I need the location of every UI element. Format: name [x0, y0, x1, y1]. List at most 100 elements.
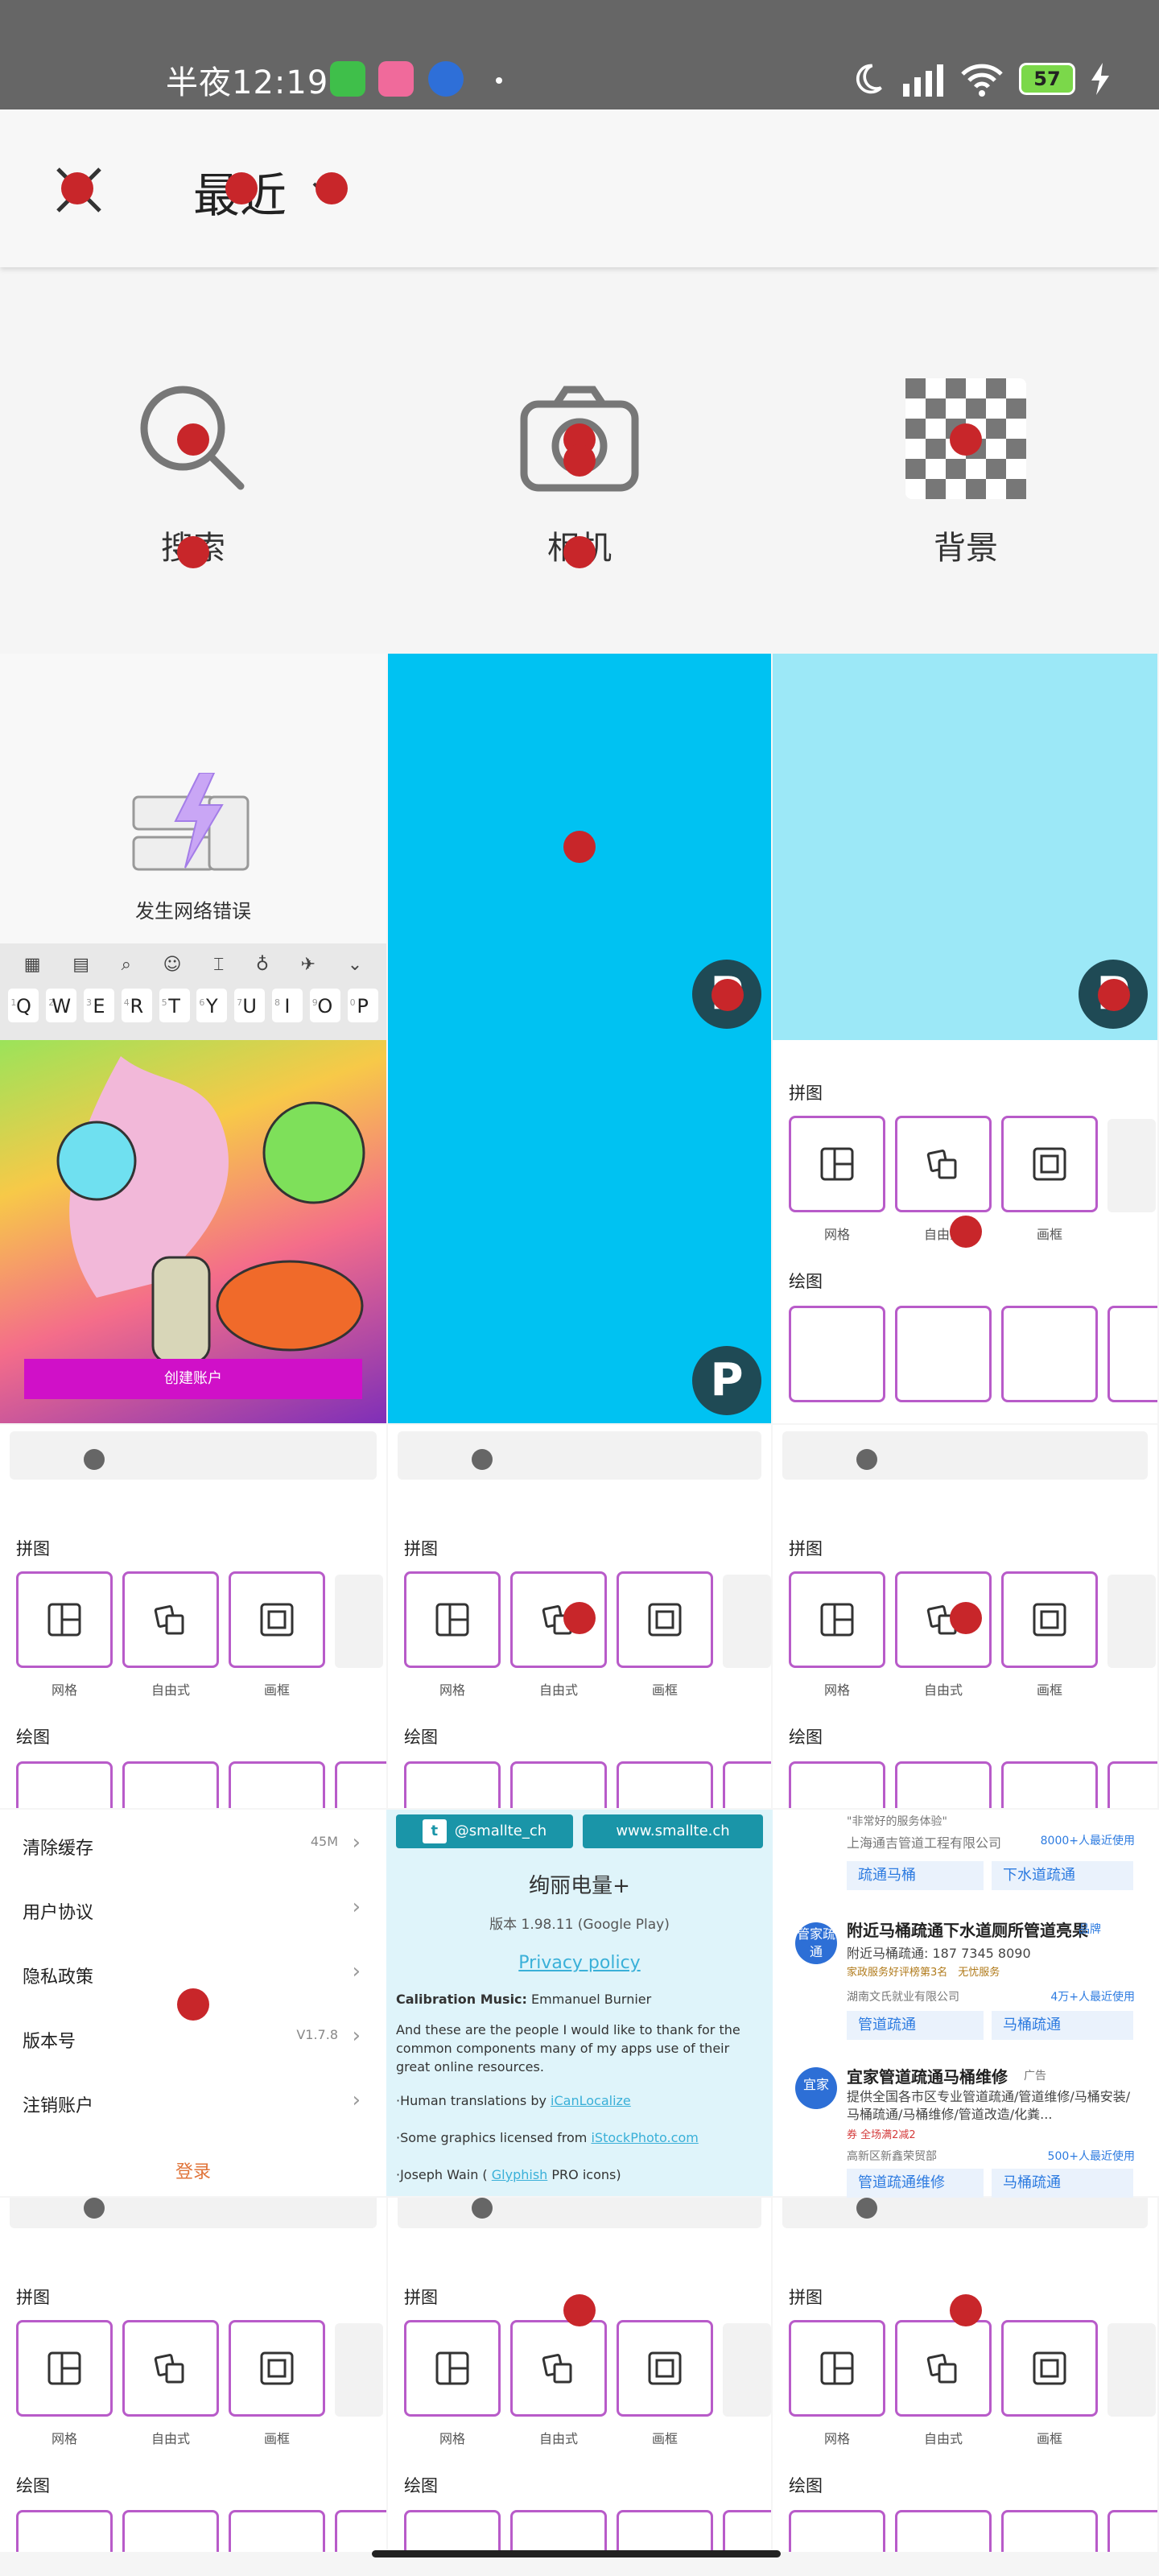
mini-screenshot — [1107, 1575, 1156, 1668]
thumbnail-blue-2[interactable]: P — [773, 654, 1157, 1040]
collage-mode-button — [122, 2320, 219, 2417]
section-title-draw: 绘图 — [404, 2476, 438, 2496]
p-badge-icon — [856, 1449, 877, 1470]
result-phone: 附近马桶疏通: 187 7345 8090 — [847, 1946, 1031, 1961]
keyboard-key: 6Y — [196, 989, 228, 1022]
tap-marker — [563, 536, 596, 568]
frame-icon — [260, 2351, 294, 2385]
settings-value: 45M — [310, 1834, 338, 1849]
draw-mode-button — [16, 1761, 113, 1808]
notification-dot-icon — [496, 77, 502, 84]
collage-mode-button — [789, 2320, 885, 2417]
key-letter: U — [242, 995, 257, 1018]
credit-translations: ·Human translations by iCanLocalize — [396, 2091, 763, 2110]
draw-mode-button — [895, 2510, 992, 2552]
mini-screenshot — [335, 1575, 383, 1668]
android-robot-icon — [330, 61, 365, 97]
draw-mode-button — [1001, 1761, 1098, 1808]
frame-icon — [648, 1603, 682, 1637]
freestyle-icon — [542, 2354, 572, 2384]
mini-screenshot — [335, 2323, 383, 2417]
section-title-collage: 拼图 — [789, 1539, 823, 1558]
freestyle-icon — [926, 2354, 957, 2384]
tap-marker — [563, 2294, 596, 2326]
keyboard-key: 9O — [309, 989, 340, 1022]
tap-marker — [950, 1216, 982, 1248]
moon-icon — [856, 64, 882, 94]
thumbnail-collage-editor[interactable]: 拼图 网格 自由式 画框 绘图 — [388, 2198, 771, 2552]
key-letter: O — [317, 995, 333, 1018]
mini-screenshot-strip — [398, 1431, 761, 1480]
baidu-icon — [428, 61, 464, 97]
grid-icon: ▦ — [23, 955, 41, 975]
draw-mode-button — [404, 2510, 501, 2552]
privacy-policy-link: Privacy policy — [518, 1953, 641, 1973]
tap-marker — [1098, 979, 1130, 1011]
mini-screenshot — [723, 2323, 771, 2417]
section-title-collage: 拼图 — [404, 2288, 438, 2307]
collage-mode-button — [1001, 1571, 1098, 1668]
grid-layout-icon — [435, 1603, 469, 1637]
home-indicator[interactable] — [372, 2550, 781, 2557]
thumbnail-about[interactable]: t @smallte_ch www.smallte.ch 绚丽电量+ 版本 1.9… — [386, 1810, 773, 2196]
settings-row-user-agreement: 用户协议 › — [23, 1895, 361, 1963]
result-company: 高新区新鑫荣贸部 — [847, 2150, 937, 2163]
collage-mode-label: 网格 — [439, 1682, 465, 1698]
thumbnail-blue-3[interactable]: P — [388, 1040, 771, 1423]
draw-mode-button — [789, 1306, 885, 1402]
thumbnail-collage-editor[interactable]: 拼图 网格 自由式 画框 绘图 — [0, 2198, 386, 2552]
section-title-collage: 拼图 — [404, 1539, 438, 1558]
result-chip: 下水道疏通 — [992, 1861, 1133, 1890]
grid-layout-icon — [820, 1147, 854, 1181]
collage-mode-label: 网格 — [823, 1682, 850, 1698]
p-badge-icon — [472, 2198, 493, 2219]
thumbnail-search-results[interactable]: "非常好的服务体验" 上海通吉管道工程有限公司 8000+人最近使用 疏通马桶 … — [773, 1810, 1159, 2198]
keyboard-toolbar: ▦ ▤ ⌕ ☺ ⌶ ♁ ✈ ⌄ — [0, 943, 386, 982]
freestyle-icon — [154, 1605, 184, 1635]
credit-link: Glyphish — [491, 2167, 548, 2182]
collage-mode-label: 网格 — [51, 2431, 77, 2446]
draw-mode-button — [1001, 1306, 1098, 1402]
collage-mode-label: 网格 — [439, 2431, 465, 2446]
collage-mode-button — [895, 2320, 992, 2417]
tap-marker — [177, 536, 209, 568]
background-button[interactable]: 背景 — [869, 378, 1062, 568]
credit-text: PRO icons) — [547, 2167, 621, 2182]
draw-mode-button — [1001, 2510, 1098, 2552]
result-chip: 马桶疏通 — [992, 2011, 1133, 2040]
thumbnail-keyboard[interactable]: ▦ ▤ ⌕ ☺ ⌶ ♁ ✈ ⌄ 1Q2W3E4R5T6Y7U8I9O0P — [0, 943, 386, 1040]
thumbnail-photo[interactable]: 创建账户 — [0, 1040, 386, 1423]
draw-mode-button — [617, 2510, 713, 2552]
tap-marker — [563, 831, 596, 863]
credit-graphics: ·Some graphics licensed from iStockPhoto… — [396, 2128, 763, 2147]
result-badge: 家政服务好评榜第3名 无忧服务 — [847, 1964, 1136, 1982]
settings-row-version: 版本号 V1.7.8 › — [23, 2024, 361, 2091]
result-users: 500+人最近使用 — [1047, 2150, 1135, 2163]
twitter-icon: t — [422, 1819, 447, 1843]
tap-marker — [711, 979, 744, 1011]
credit-icons: ·Joseph Wain ( Glyphish PRO icons) — [396, 2165, 763, 2184]
result-company: 湖南文氏就业有限公司 — [847, 1991, 959, 2004]
draw-mode-button — [16, 2510, 113, 2552]
section-title-draw: 绘图 — [789, 1272, 823, 1291]
collage-mode-label: 画框 — [1036, 1227, 1062, 1242]
settings-label: 用户协议 — [23, 1903, 94, 1923]
tap-marker — [177, 1988, 209, 2021]
twitter-handle: @smallte_ch — [454, 1823, 547, 1839]
thumbnail-collage-editor[interactable]: 拼图 网格 自由式 画框 绘图 — [0, 1425, 386, 1808]
result-badge-text: 无忧服务 — [958, 1967, 1000, 1979]
signal-icon — [903, 64, 943, 97]
tap-marker — [563, 1602, 596, 1634]
mini-screenshot — [1107, 1119, 1156, 1212]
credit-text: ·Joseph Wain ( — [396, 2167, 492, 2182]
key-letter: W — [52, 995, 72, 1018]
credit-link: iStockPhoto.com — [591, 2130, 699, 2145]
thumbnail-network-error[interactable]: 发生网络错误 — [0, 654, 386, 943]
result-chip: 管道疏通 — [847, 2011, 984, 2040]
status-bar: 半夜12:19 57 — [0, 0, 1159, 109]
section-title-draw: 绘图 — [16, 2476, 50, 2496]
result-tag: 品牌 — [1079, 1923, 1101, 1936]
draw-mode-button — [122, 1761, 219, 1808]
key-number: 3 — [85, 997, 92, 1008]
thumbnail-collage-editor[interactable]: 拼图 网格 自由式 画框 绘图 — [773, 2198, 1157, 2552]
